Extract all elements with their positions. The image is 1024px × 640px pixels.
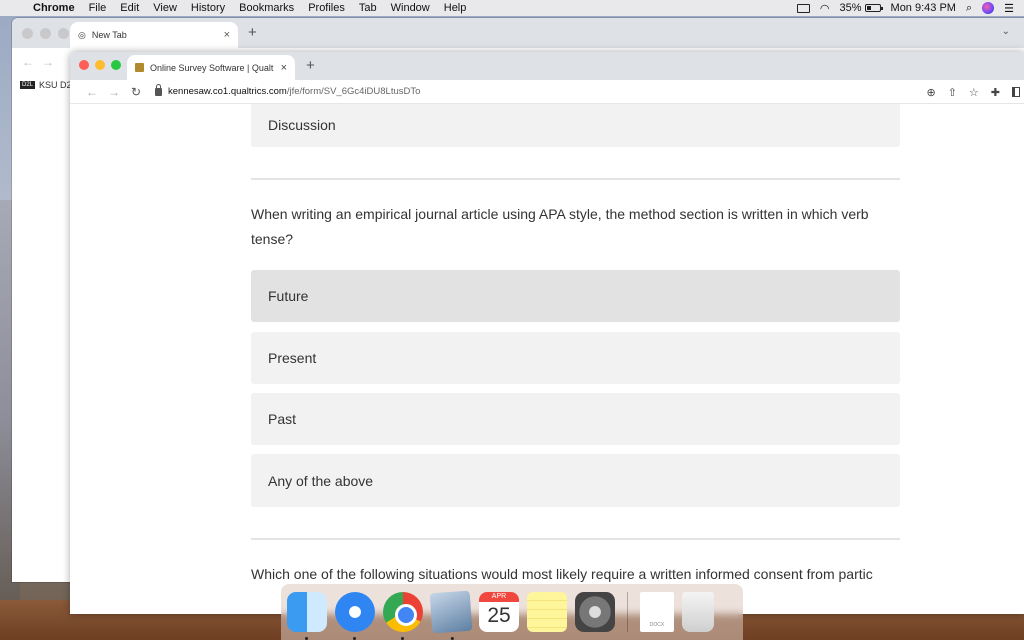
share-icon[interactable]: ⇧ (948, 86, 957, 99)
close-tab-icon[interactable]: × (224, 29, 230, 41)
bookmark-ksu[interactable]: KSU D2 (39, 80, 72, 90)
control-center-icon[interactable]: ☰ (1004, 2, 1014, 15)
question-divider (251, 178, 900, 180)
side-panel-icon[interactable] (1012, 87, 1020, 97)
tab-strip: Online Survey Software | Qualt × + (70, 52, 1024, 80)
url-host: kennesaw.co1.qualtrics.com (168, 86, 287, 97)
menu-app-name[interactable]: Chrome (26, 2, 82, 14)
chevron-down-icon[interactable]: ⌄ (1002, 26, 1010, 37)
menu-history[interactable]: History (184, 2, 232, 14)
docx-label: DOCX (649, 622, 665, 628)
choice-discussion[interactable]: Discussion (251, 104, 900, 147)
clock[interactable]: Mon 9:43 PM (891, 2, 956, 14)
new-tab-icon[interactable]: + (306, 57, 315, 74)
trash-icon[interactable] (682, 592, 714, 632)
chrome-icon[interactable] (383, 592, 423, 640)
tab-qualtrics[interactable]: Online Survey Software | Qualt × (127, 55, 295, 80)
calendar-day: 25 (487, 604, 511, 627)
survey-page: Discussion When writing an empirical jou… (70, 104, 1024, 614)
menu-bookmarks[interactable]: Bookmarks (232, 2, 301, 14)
finder-icon[interactable] (287, 592, 327, 640)
siri-icon[interactable] (982, 2, 995, 14)
forward-icon[interactable]: → (103, 85, 125, 99)
chrome-favicon-icon: ◎ (78, 29, 86, 40)
back-icon[interactable]: ← (81, 85, 103, 99)
bookmark-star-icon[interactable]: ☆ (969, 86, 979, 99)
choice-past[interactable]: Past (251, 393, 900, 445)
system-preferences-icon[interactable] (575, 592, 615, 632)
choice-label: Present (268, 350, 317, 366)
battery-icon[interactable] (864, 4, 883, 12)
window-controls[interactable] (79, 60, 121, 70)
chrome-window-front: Online Survey Software | Qualt × + ← → ↻… (70, 52, 1024, 614)
back-icon[interactable]: ← (22, 55, 34, 69)
close-tab-icon[interactable]: × (281, 62, 287, 74)
address-bar[interactable]: kennesaw.co1.qualtrics.com/jfe/form/SV_6… (155, 83, 421, 97)
tab-new-tab[interactable]: ◎ New Tab × (70, 22, 238, 48)
menu-help[interactable]: Help (437, 2, 474, 14)
forward-icon[interactable]: → (42, 55, 54, 69)
wifi-icon[interactable]: ◠ (820, 2, 830, 15)
menu-file[interactable]: File (82, 2, 114, 14)
choice-any-of-the-above[interactable]: Any of the above (251, 454, 900, 507)
choice-present[interactable]: Present (251, 332, 900, 384)
url-path: /jfe/form/SV_6Gc4iDU8LtusDTo (286, 86, 421, 97)
calendar-icon[interactable]: APR 25 (479, 592, 519, 632)
extensions-icon[interactable]: ✚ (991, 86, 1000, 99)
lock-icon[interactable] (155, 83, 162, 96)
zoom-icon[interactable]: ⊕ (926, 86, 935, 99)
choice-label: Past (268, 411, 297, 427)
battery-percent: 35% (839, 2, 862, 14)
menu-edit[interactable]: Edit (113, 2, 146, 14)
new-tab-icon[interactable]: + (248, 24, 257, 41)
dock: APR 25 DOCX (281, 584, 743, 640)
choice-future[interactable]: Future (251, 270, 900, 322)
preview-icon[interactable] (429, 590, 473, 640)
qualtrics-favicon-icon (135, 63, 144, 72)
question-divider (251, 538, 900, 540)
question-text: When writing an empirical journal articl… (251, 206, 869, 247)
choice-label: Any of the above (268, 472, 374, 489)
menu-bar: Chrome File Edit View History Bookmarks … (0, 0, 1024, 16)
choice-label: Discussion (268, 116, 336, 133)
toolbar: ← → ↻ kennesaw.co1.qualtrics.com/jfe/for… (70, 80, 1024, 104)
menu-window[interactable]: Window (384, 2, 437, 14)
reload-icon[interactable]: ↻ (125, 85, 147, 99)
spotlight-search-icon[interactable]: ⌕ (966, 2, 972, 15)
tab-title: New Tab (91, 30, 127, 40)
menu-profiles[interactable]: Profiles (301, 2, 352, 14)
dock-separator (627, 592, 628, 632)
menu-view[interactable]: View (146, 2, 184, 14)
tab-strip: ◎ New Tab × + ⌄ (12, 18, 1024, 48)
menu-tab[interactable]: Tab (352, 2, 384, 14)
ksu-favicon-icon: D2L (20, 81, 36, 89)
tab-title: Online Survey Software | Qualt (150, 62, 274, 73)
airplay-icon[interactable] (796, 3, 810, 13)
docx-file-icon[interactable]: DOCX (640, 592, 674, 632)
choice-label: Future (268, 288, 309, 304)
window-controls[interactable] (22, 28, 69, 39)
notes-icon[interactable] (527, 592, 567, 632)
calendar-month: APR (479, 592, 519, 602)
safari-icon[interactable] (335, 592, 375, 640)
